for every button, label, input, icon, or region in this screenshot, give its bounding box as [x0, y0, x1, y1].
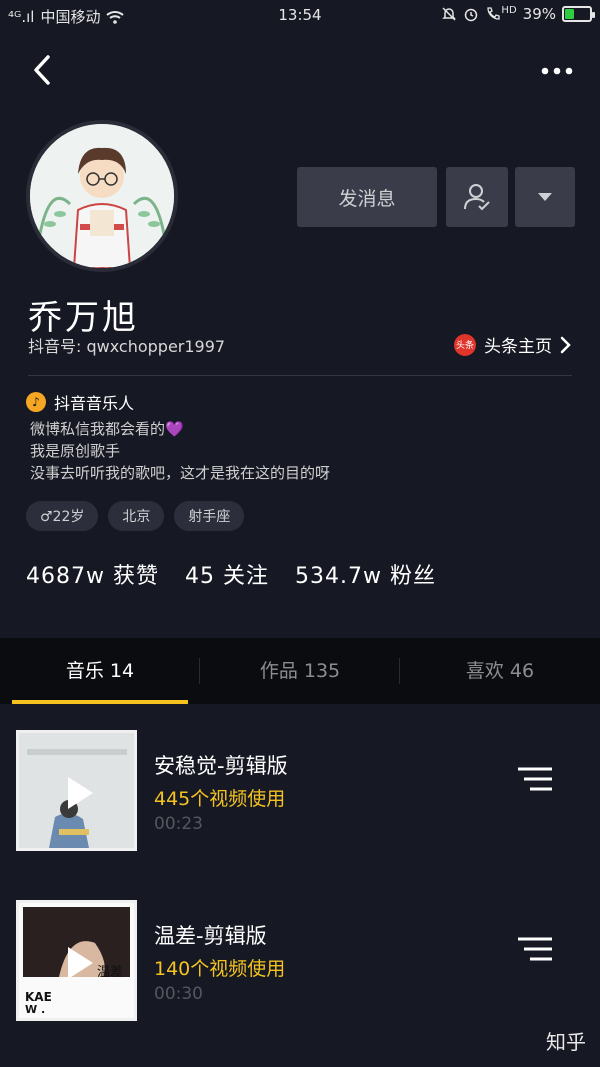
top-nav	[0, 48, 600, 92]
battery-percent: 39%	[522, 5, 556, 23]
status-right: HD 39%	[441, 4, 595, 23]
song-item[interactable]: KAE W . 温差 温差-剪辑版 140个视频使用 00:30	[16, 900, 584, 1022]
bio: 微博私信我都会看的💜 我是原创歌手 没事去听听我的歌吧，这才是我在这的目的呀	[30, 418, 330, 484]
stat-likes[interactable]: 4687w 获赞	[26, 558, 159, 590]
play-icon[interactable]	[65, 775, 95, 811]
tab-likes[interactable]: 喜欢 46	[400, 638, 600, 700]
bio-line: 我是原创歌手	[30, 442, 121, 460]
play-icon[interactable]	[65, 945, 95, 981]
bio-line: 微博私信我都会看的💜	[30, 420, 184, 438]
musician-label: 抖音音乐人	[54, 394, 135, 413]
more-dots-icon[interactable]	[540, 66, 574, 76]
toutiao-badge-icon: 头条	[454, 333, 476, 356]
hd-call-icon	[487, 7, 501, 20]
song-cover[interactable]: KAE W . 温差	[16, 900, 137, 1021]
douyin-id: 抖音号: qwxchopper1997	[28, 337, 226, 356]
tab-music[interactable]: 音乐 14	[0, 638, 200, 700]
content-tabs: 音乐 14 作品 135 喜欢 46	[0, 638, 600, 704]
svg-text:W .: W .	[25, 1003, 45, 1016]
profile-name: 乔万旭	[28, 298, 139, 338]
avatar[interactable]	[26, 120, 178, 272]
tab-works[interactable]: 作品 135	[200, 638, 400, 700]
battery-icon	[562, 6, 595, 22]
battery-fill	[565, 9, 575, 19]
status-bar: ⁴ᴳ.ıl 中国移动 13:54 HD 39%	[0, 0, 600, 30]
music-note-icon: ♪	[26, 392, 46, 412]
song-duration: 00:30	[154, 984, 203, 1004]
song-item[interactable]: 安稳觉-剪辑版 445个视频使用 00:23	[16, 730, 584, 852]
song-title: 温差-剪辑版	[154, 924, 267, 948]
tag-age: ♂22岁	[26, 501, 99, 531]
triangle-down-icon	[538, 193, 552, 201]
tag-location: 北京	[108, 501, 165, 531]
profile-stats: 4687w 获赞 45 关注 534.7w 粉丝	[26, 558, 436, 590]
alarm-icon	[465, 8, 478, 22]
svg-text:KAE: KAE	[25, 990, 52, 1004]
back-chevron-icon[interactable]	[28, 52, 58, 88]
send-message-button[interactable]: 发消息	[297, 167, 437, 227]
profile-tags: ♂22岁 北京 射手座	[26, 501, 245, 531]
stat-following[interactable]: 45 关注	[185, 558, 269, 590]
avatar-illustration	[30, 124, 174, 268]
toutiao-link-label: 头条主页	[484, 337, 552, 357]
tag-zodiac: 射手座	[174, 501, 245, 531]
hd-label: HD	[501, 4, 517, 16]
chevron-right-icon	[560, 336, 571, 353]
cover-title-text: 温差	[97, 965, 124, 980]
follow-button[interactable]	[446, 167, 508, 227]
song-duration: 00:23	[154, 814, 203, 834]
active-tab-indicator	[12, 700, 188, 704]
song-title: 安稳觉-剪辑版	[154, 754, 288, 778]
song-usage-count: 140个视频使用	[154, 958, 286, 980]
bio-line: 没事去听听我的歌吧，这才是我在这的目的呀	[30, 464, 331, 482]
song-cover[interactable]	[16, 730, 137, 851]
more-options-dropdown[interactable]	[515, 167, 575, 227]
watermark: 知乎	[546, 1030, 586, 1054]
stat-followers[interactable]: 534.7w 粉丝	[295, 558, 436, 590]
song-usage-count: 445个视频使用	[154, 788, 286, 810]
mute-bell-icon	[442, 7, 457, 21]
playlist-menu-icon[interactable]	[518, 936, 552, 962]
playlist-menu-icon[interactable]	[518, 766, 552, 792]
user-check-icon	[464, 184, 490, 211]
divider	[28, 375, 572, 376]
musician-badge: ♪ 抖音音乐人	[26, 390, 134, 414]
toutiao-homepage-link[interactable]: 头条 头条主页	[454, 332, 572, 357]
